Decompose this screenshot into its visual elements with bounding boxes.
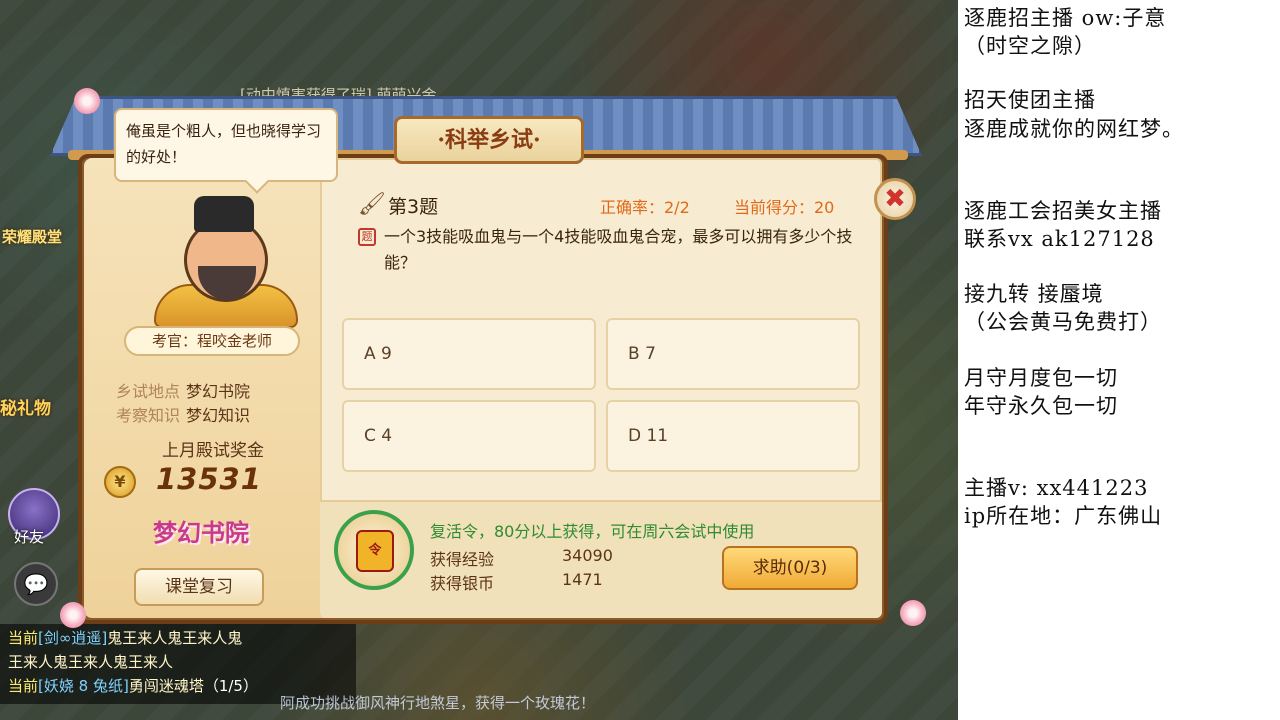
chat-message: 鬼王来人鬼王来人鬼 — [107, 629, 243, 647]
bonus-label: 上月殿试奖金 — [162, 441, 264, 461]
chat-channel: 当前 — [8, 629, 39, 647]
chat-progress: （1/5） — [203, 677, 258, 695]
silver-value: 1471 — [562, 570, 603, 589]
chat-message: 勇闯迷魂塔 — [128, 677, 204, 695]
examiner-hat — [194, 196, 254, 232]
overlay-line: （公会黄马免费打） — [964, 310, 1162, 334]
question-text: 一个3技能吸血鬼与一个4技能吸血鬼合宠，最多可以拥有多少个技能？ — [384, 227, 853, 272]
exam-knowledge-key: 考察知识 — [116, 406, 181, 425]
coin-icon: ¥ — [104, 466, 136, 498]
close-x-icon[interactable]: ✖ — [874, 178, 916, 220]
answer-option-b[interactable]: B 7 — [606, 318, 860, 390]
blossom-decoration — [60, 602, 86, 628]
examiner-portrait — [136, 192, 316, 328]
chat-message: 王来人鬼王来人鬼王来人 — [8, 653, 174, 671]
chat-sender[interactable]: [剑∞逍遥] — [38, 629, 107, 647]
overlay-line: 逐鹿工会招美女主播 — [964, 199, 1162, 223]
exam-knowledge-row: 考察知识 梦幻知识 — [116, 402, 250, 426]
overlay-line: （时空之隙） — [964, 34, 1096, 58]
overlay-line: 招天使团主播 — [964, 88, 1096, 112]
exam-location-key: 乡试地点 — [116, 382, 181, 401]
overlay-line: 接九转 接蜃境 — [964, 282, 1104, 306]
stream-overlay-panel: 逐鹿招主播 ow:子意 （时空之隙） 招天使团主播 逐鹿成就你的网红梦。 逐鹿工… — [958, 0, 1280, 720]
revive-token-icon: 令 — [334, 510, 414, 590]
friend-button-label[interactable]: 好友 — [14, 526, 44, 547]
exp-value: 34090 — [562, 546, 613, 565]
revive-token-text: 复活令，80分以上获得，可在周六会试中使用 — [430, 522, 755, 541]
blossom-decoration — [900, 600, 926, 626]
class-review-button[interactable]: 课堂复习 — [134, 568, 264, 606]
chat-sender[interactable]: [妖娆 8 兔纸] — [38, 677, 129, 695]
overlay-line: ip所在地：广东佛山 — [964, 504, 1163, 528]
blossom-decoration — [74, 88, 100, 114]
brush-icon: 🖌 — [358, 192, 386, 217]
overlay-line: 主播v: xx441223 — [964, 476, 1149, 500]
bonus-value: 13531 — [156, 462, 262, 496]
examiner-name-tag: 考官：程咬金老师 — [124, 326, 300, 356]
dream-academy-logo: 梦幻书院 — [153, 518, 249, 547]
revive-token-inner: 令 — [356, 530, 394, 572]
secret-gift-button[interactable]: 秘礼物 — [0, 394, 51, 419]
overlay-line: 逐鹿招主播 ow:子意 — [964, 6, 1167, 30]
overlay-line: 年守永久包一切 — [964, 394, 1118, 418]
exam-knowledge-value: 梦幻知识 — [186, 406, 251, 425]
exam-location-row: 乡试地点 梦幻书院 — [116, 378, 250, 402]
score-stat: 当前得分：20 — [734, 198, 835, 217]
chat-channel: 当前 — [8, 677, 39, 695]
chat-line: 王来人鬼王来人鬼王来人 — [8, 650, 348, 674]
bottom-ticker: 阿成功挑战御风神行地煞星，获得一个玫瑰花！ — [280, 694, 596, 712]
examiner-speech-bubble: 俺虽是个粗人，但也晓得学习的好处！ — [114, 108, 338, 182]
answer-option-d[interactable]: D 11 — [606, 400, 860, 472]
game-viewport: [动中慎害获得了瑞] 萌萌兴金... 荣耀殿堂 秘礼物 好友 💬 当前[剑∞逍遥… — [0, 0, 958, 720]
silver-key: 获得银币 — [430, 574, 495, 593]
help-button[interactable]: 求助(0/3) — [722, 546, 858, 590]
chat-line: 当前[剑∞逍遥]鬼王来人鬼王来人鬼 — [8, 626, 348, 650]
overlay-line: 联系vx ak127128 — [964, 227, 1155, 251]
answer-option-c[interactable]: C 4 — [342, 400, 596, 472]
imperial-exam-dialog: ·科举乡试· ✖ 俺虽是个粗人，但也晓得学习的好处！ 考官：程咬金老师 乡试地点… — [50, 88, 930, 628]
exam-location-value: 梦幻书院 — [186, 382, 251, 401]
dialog-title: ·科举乡试· — [394, 116, 584, 164]
exp-key: 获得经验 — [430, 550, 495, 569]
accuracy-stat: 正确率：2/2 — [600, 198, 690, 217]
overlay-line: 逐鹿成就你的网红梦。 — [964, 117, 1184, 141]
overlay-line: 月守月度包一切 — [964, 366, 1118, 390]
question-tag-icon: 题 — [358, 228, 376, 246]
answer-option-a[interactable]: A 9 — [342, 318, 596, 390]
question-number: 第3题 — [388, 196, 439, 218]
